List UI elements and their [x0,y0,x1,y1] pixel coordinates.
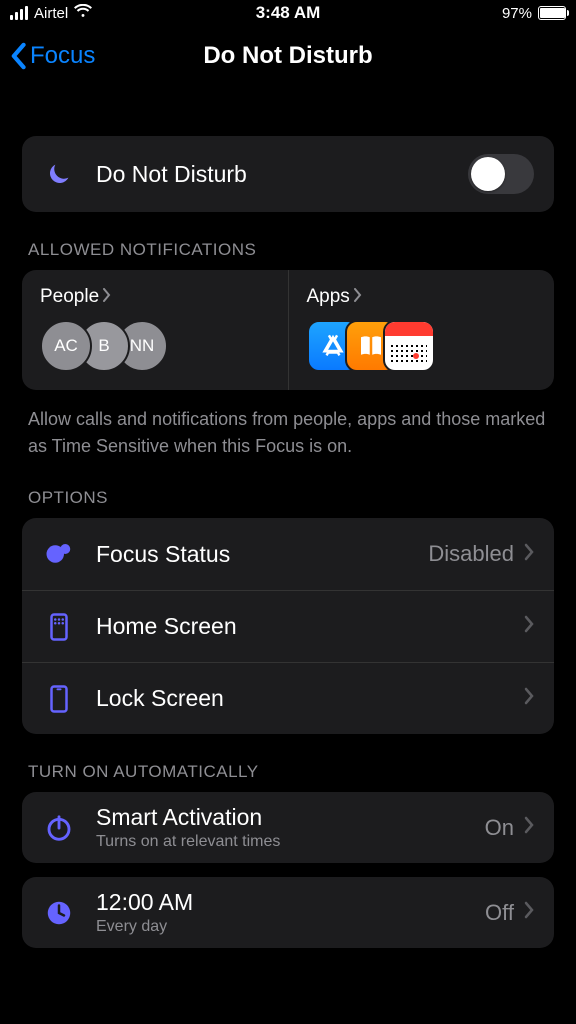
options-card: Focus Status Disabled Home Screen Lock S… [22,518,554,734]
automatic-section-header: TURN ON AUTOMATICALLY [28,762,554,782]
wifi-icon [74,4,92,22]
allowed-people[interactable]: People AC B NN [22,270,288,390]
back-button[interactable]: Focus [0,42,95,70]
lock-screen-label: Lock Screen [96,685,524,712]
schedule-label: 12:00 AM [96,889,485,916]
dnd-row[interactable]: Do Not Disturb [22,136,554,212]
schedule-row[interactable]: 12:00 AM Every day Off [22,877,554,948]
allowed-footnote: Allow calls and notifications from peopl… [28,406,548,460]
people-avatars: AC B NN [40,320,270,372]
allowed-apps[interactable]: Apps [288,270,555,390]
schedule-value: Off [485,900,514,926]
nav-header: Focus Do Not Disturb [0,26,576,86]
chevron-right-icon [524,543,534,566]
smart-activation-subtitle: Turns on at relevant times [96,833,485,851]
smart-activation-value: On [485,815,514,841]
home-screen-icon [42,612,76,642]
focus-status-icon [42,539,76,569]
options-section-header: OPTIONS [28,488,554,508]
lock-screen-row[interactable]: Lock Screen [22,662,554,734]
allowed-section-header: ALLOWED NOTIFICATIONS [28,240,554,260]
apps-label: Apps [307,286,350,308]
chevron-right-icon [103,286,111,308]
chevron-right-icon [524,687,534,710]
chevron-right-icon [524,901,534,924]
page-title: Do Not Disturb [203,42,372,70]
battery-pct: 97% [502,5,532,22]
battery-icon [538,6,566,20]
dnd-toggle[interactable] [468,154,534,194]
focus-status-value: Disabled [428,541,514,567]
chevron-right-icon [524,615,534,638]
clock: 3:48 AM [256,3,321,23]
dnd-label: Do Not Disturb [96,161,468,188]
power-icon [42,813,76,843]
focus-status-label: Focus Status [96,541,428,568]
allowed-card: People AC B NN Apps [22,270,554,390]
schedule-card: 12:00 AM Every day Off [22,877,554,948]
status-bar: Airtel 3:48 AM 97% [0,0,576,26]
calendar-icon [383,320,435,372]
focus-status-row[interactable]: Focus Status Disabled [22,518,554,590]
schedule-subtitle: Every day [96,918,485,936]
app-icons [307,320,537,372]
moon-icon [42,161,76,187]
signal-icon [10,6,28,20]
lock-screen-icon [42,684,76,714]
back-label: Focus [30,42,95,70]
avatar: AC [40,320,92,372]
clock-icon [42,898,76,928]
home-screen-row[interactable]: Home Screen [22,590,554,662]
home-screen-label: Home Screen [96,613,524,640]
carrier-label: Airtel [34,5,68,22]
smart-activation-row[interactable]: Smart Activation Turns on at relevant ti… [22,792,554,863]
dnd-card: Do Not Disturb [22,136,554,212]
smart-activation-label: Smart Activation [96,804,485,831]
chevron-right-icon [354,286,362,308]
automatic-card: Smart Activation Turns on at relevant ti… [22,792,554,863]
chevron-right-icon [524,816,534,839]
people-label: People [40,286,99,308]
